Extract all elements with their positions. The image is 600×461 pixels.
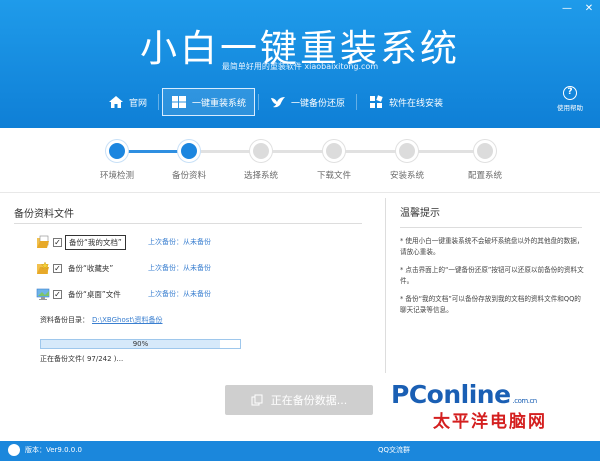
step-backup-data: 备份资料	[154, 140, 224, 181]
backup-row-favorites: ✓ 备份“收藏夹” 上次备份：从未备份	[36, 259, 211, 277]
step-download-files: 下载文件	[299, 140, 369, 181]
copy-icon	[251, 394, 263, 406]
nav-item-label: 一键重装系统	[192, 98, 247, 109]
question-icon: ?	[563, 86, 577, 100]
desktop-checkbox[interactable]: ✓	[53, 289, 62, 299]
tips-title: 温馨提示	[400, 208, 440, 219]
favorites-folder-icon	[37, 261, 50, 274]
backup-directory-link[interactable]: D:\XBGhost\资料备份	[92, 316, 162, 324]
tips-panel: 温馨提示 * 使用小白一键重装系统不会破坏系统盘以外的其他盘的数据，请放心重装。…	[385, 198, 585, 373]
bird-icon	[271, 97, 286, 108]
documents-folder-icon	[37, 235, 49, 248]
step-dot	[396, 140, 418, 162]
nav-item-label: 一键备份还原	[291, 98, 346, 109]
app-subtitle: 最简单好用的重装软件 xiaobaixitong.com	[221, 62, 379, 71]
documents-status: 上次备份：从未备份	[148, 238, 211, 246]
tip-item: * 使用小白一键重装系统不会破坏系统盘以外的其他盘的数据，请放心重装。	[400, 237, 584, 256]
backing-up-label: 正在备份数据...	[270, 394, 348, 407]
nav-item-online-software[interactable]: 软件在线安装	[360, 88, 451, 116]
home-icon	[109, 96, 123, 108]
documents-checkbox[interactable]: ✓	[53, 237, 62, 247]
help-button[interactable]: ? 使用帮助	[550, 86, 590, 112]
step-label: 备份资料	[171, 171, 206, 181]
step-dot	[106, 140, 128, 162]
step-label: 环境检测	[99, 171, 134, 181]
minimize-button[interactable]: —	[560, 3, 574, 15]
step-install-system: 安装系统	[372, 140, 442, 181]
section-rule	[14, 223, 362, 224]
help-label: 使用帮助	[557, 104, 583, 112]
backup-section-title: 备份资料文件	[14, 209, 74, 220]
window-controls: — ✕	[560, 3, 596, 15]
watermark-chinese: 太平洋电脑网	[391, 407, 597, 432]
desktop-status: 上次备份：从未备份	[148, 290, 211, 298]
main-nav: 官网 一键重装系统 一键备份还原 软件在线安装	[100, 87, 498, 117]
watermark-brand: PConline	[391, 380, 511, 409]
nav-separator	[258, 94, 260, 110]
tip-item: * 点击界面上的“一键备份还原”按钮可以还原以前备份的资料文件。	[400, 266, 584, 285]
progress-status: 正在备份文件( 97/242 )...	[40, 355, 124, 363]
nav-separator	[158, 94, 160, 110]
nav-item-reinstall-system[interactable]: 一键重装系统	[162, 88, 256, 116]
documents-label: 备份“我的文档”	[65, 234, 126, 250]
step-configure-system: 配置系统	[450, 140, 520, 181]
step-dot	[250, 140, 272, 162]
nav-item-backup-restore[interactable]: 一键备份还原	[262, 88, 353, 116]
favorites-checkbox[interactable]: ✓	[53, 263, 62, 273]
qq-group-label: QQ交流群	[378, 446, 411, 454]
nav-item-label: 官网	[129, 98, 148, 109]
backup-row-desktop: ✓ 备份“桌面”文件 上次备份：从未备份	[36, 285, 211, 303]
app-header: — ✕ 小白一键重装系统 最简单好用的重装软件 xiaobaixitong.co…	[0, 0, 600, 128]
windows-icon	[172, 96, 187, 108]
step-label: 下载文件	[316, 171, 351, 181]
tip-item: * 备份“我的文档”可以备份存放到我的文档的资料文件和QQ的聊天记录等信息。	[400, 295, 581, 314]
grid-icon	[370, 95, 383, 108]
step-environment-check: 环境检测	[82, 140, 152, 181]
step-dot	[323, 140, 345, 162]
desktop-icon	[36, 288, 50, 300]
favorites-status: 上次备份：从未备份	[148, 264, 211, 272]
version-info: 版本：Ver9.0.0.0	[8, 444, 82, 456]
pconline-watermark: PConline .com.cn 太平洋电脑网	[391, 380, 597, 446]
step-label: 安装系统	[389, 171, 424, 181]
step-dot	[474, 140, 496, 162]
desktop-label: 备份“桌面”文件	[68, 289, 121, 299]
progress-steps: 环境检测 备份资料 选择系统 下载文件 安装系统 配置系统	[82, 140, 520, 184]
step-label: 选择系统	[243, 171, 278, 181]
backup-row-documents: ✓ 备份“我的文档” 上次备份：从未备份	[36, 233, 211, 251]
backing-up-button[interactable]: 正在备份数据...	[225, 385, 373, 415]
nav-separator	[356, 94, 358, 110]
qq-group-link[interactable]: QQ交流群	[378, 445, 410, 455]
step-select-system: 选择系统	[226, 140, 296, 181]
step-dot	[178, 140, 200, 162]
backup-progress-bar: 90%	[40, 339, 241, 349]
close-button[interactable]: ✕	[582, 3, 596, 15]
nav-item-official-site[interactable]: 官网	[100, 88, 155, 116]
watermark-domain: .com.cn	[512, 397, 538, 405]
version-icon	[8, 444, 20, 456]
nav-item-label: 软件在线安装	[389, 98, 444, 109]
backup-directory-label: 资料备份目录：	[40, 316, 89, 324]
version-label: 版本：Ver9.0.0.0	[25, 446, 82, 454]
content-divider	[0, 192, 600, 193]
backup-directory: 资料备份目录： D:\XBGhost\资料备份	[40, 315, 162, 325]
tips-rule	[400, 227, 582, 228]
progress-percent: 90%	[132, 340, 149, 348]
favorites-label: 备份“收藏夹”	[68, 263, 114, 273]
step-label: 配置系统	[467, 171, 502, 181]
watermark-brand-row: PConline .com.cn	[391, 380, 597, 409]
